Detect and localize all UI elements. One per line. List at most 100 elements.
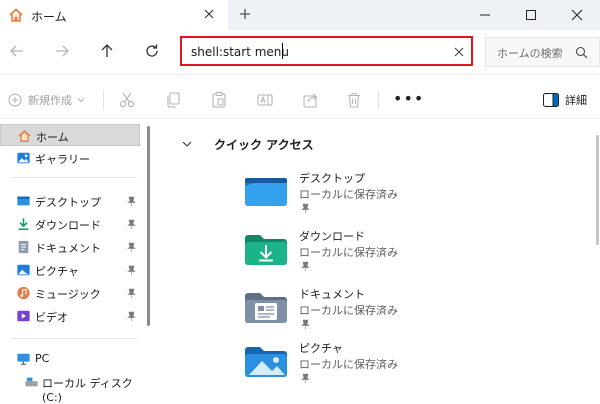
folder-name: ドキュメント: [299, 288, 365, 301]
tab-title: ホーム: [31, 10, 67, 24]
new-button[interactable]: 新規作成: [8, 90, 86, 110]
new-tab-icon[interactable]: [237, 6, 253, 22]
folder-pictures[interactable]: ピクチャ ローカルに保存済み: [245, 340, 505, 395]
folder-name: ダウンロード: [299, 230, 365, 243]
navigation-pane: ホーム ギャラリー デスクトップ ダウンロード ドキュメント ピクチャ ミュージ…: [0, 120, 150, 404]
download-folder-icon: [245, 235, 287, 265]
pin-icon: [127, 265, 136, 275]
sidebar-item-label: ホーム: [36, 131, 69, 144]
pictures-folder-icon: [245, 347, 287, 377]
quick-access-header[interactable]: クイック アクセス: [214, 136, 314, 153]
close-tab-icon[interactable]: [201, 6, 217, 22]
sidebar-item-gallery[interactable]: ギャラリー: [0, 147, 140, 169]
close-window-button[interactable]: [554, 0, 600, 30]
pictures-icon: [17, 264, 30, 276]
sidebar-item-documents[interactable]: ドキュメント: [0, 236, 140, 258]
sidebar-item-label: ピクチャ: [35, 265, 79, 278]
cut-icon[interactable]: [118, 91, 136, 109]
divider: [0, 118, 600, 119]
details-label: 詳細: [565, 94, 587, 107]
maximize-icon: [526, 10, 536, 20]
sidebar-item-local-disk[interactable]: ローカル ディスク (C:): [0, 371, 150, 404]
sidebar-item-label: PC: [35, 352, 50, 365]
pin-icon: [127, 242, 136, 252]
toolbar-divider: [378, 90, 379, 110]
sidebar-item-label: ミュージック: [35, 288, 101, 301]
sidebar-scrollbar[interactable]: [147, 126, 150, 326]
folder-status: ローカルに保存済み: [299, 246, 398, 259]
videos-icon: [17, 310, 30, 322]
folder-name: ピクチャ: [299, 342, 343, 355]
back-icon[interactable]: [8, 42, 26, 60]
more-options-icon[interactable]: •••: [393, 89, 424, 108]
drive-icon: [25, 377, 38, 387]
home-icon: [18, 130, 31, 142]
search-box[interactable]: ホームの検索: [485, 37, 600, 67]
home-icon: [9, 8, 23, 22]
share-icon[interactable]: [302, 91, 320, 109]
minimize-icon: [480, 14, 490, 16]
folder-status: ローカルに保存済み: [299, 188, 398, 201]
tab-home[interactable]: ホーム: [0, 0, 228, 30]
quick-access-pane: クイック アクセス デスクトップ ローカルに保存済み ダウンロード ローカルに保…: [155, 120, 595, 393]
sidebar-item-label: デスクトップ: [35, 196, 101, 209]
clear-icon[interactable]: [452, 45, 466, 59]
address-bar[interactable]: shell:start menu: [180, 36, 473, 66]
new-button-label: 新規作成: [28, 94, 72, 107]
refresh-icon[interactable]: [143, 42, 161, 60]
copy-icon[interactable]: [164, 91, 182, 109]
desktop-icon: [17, 196, 30, 206]
sidebar-item-label: ギャラリー: [35, 153, 90, 166]
close-icon: [571, 9, 583, 21]
address-input[interactable]: shell:start menu: [191, 45, 289, 59]
pin-icon: [127, 311, 136, 321]
paste-icon[interactable]: [210, 91, 228, 109]
sidebar-item-videos[interactable]: ビデオ: [0, 305, 140, 327]
divider: [0, 74, 600, 75]
pin-icon: [301, 261, 310, 271]
chevron-down-icon: [77, 98, 85, 103]
sidebar-item-label: ビデオ: [35, 311, 68, 324]
pin-icon: [301, 319, 310, 329]
maximize-button[interactable]: [508, 0, 554, 30]
folder-status: ローカルに保存済み: [299, 304, 398, 317]
text-caret: [282, 43, 283, 59]
delete-icon[interactable]: [345, 91, 363, 109]
sidebar-item-pc[interactable]: PC: [0, 348, 140, 370]
title-bar: ホーム: [0, 0, 600, 30]
sidebar-item-pictures[interactable]: ピクチャ: [0, 259, 140, 281]
main-scrollbar[interactable]: [596, 135, 599, 245]
sidebar-item-desktop[interactable]: デスクトップ: [0, 190, 140, 212]
forward-icon[interactable]: [53, 42, 71, 60]
desktop-folder-icon: [245, 178, 287, 206]
plus-circle-icon: [8, 93, 22, 107]
toolbar-divider: [103, 90, 104, 110]
chevron-down-icon[interactable]: [181, 138, 193, 150]
sidebar-item-music[interactable]: ミュージック: [0, 282, 140, 304]
sidebar-item-home[interactable]: ホーム: [0, 124, 140, 146]
sidebar-item-label: ダウンロード: [35, 219, 101, 232]
minimize-button[interactable]: [462, 0, 508, 30]
folder-status: ローカルに保存済み: [299, 358, 398, 371]
gallery-icon: [17, 152, 30, 164]
sidebar-item-downloads[interactable]: ダウンロード: [0, 213, 140, 235]
folder-documents[interactable]: ドキュメント ローカルに保存済み: [245, 286, 505, 341]
documents-folder-icon: [245, 293, 287, 323]
search-icon[interactable]: [575, 46, 588, 59]
rename-icon[interactable]: [256, 91, 274, 109]
details-button[interactable]: 詳細: [543, 92, 587, 108]
pc-icon: [17, 353, 30, 365]
sidebar-item-label: ドキュメント: [35, 242, 101, 255]
pin-icon: [127, 219, 136, 229]
sidebar-divider: [12, 177, 137, 178]
up-icon[interactable]: [98, 42, 116, 60]
folder-desktop[interactable]: デスクトップ ローカルに保存済み: [245, 170, 505, 225]
command-toolbar: 新規作成 ••• 詳細: [0, 84, 600, 116]
download-icon: [18, 218, 29, 231]
pin-icon: [301, 203, 310, 213]
sidebar-divider: [12, 338, 137, 339]
search-placeholder[interactable]: ホームの検索: [497, 45, 563, 61]
pin-icon: [301, 373, 310, 383]
folder-downloads[interactable]: ダウンロード ローカルに保存済み: [245, 228, 505, 283]
music-icon: [17, 286, 30, 300]
